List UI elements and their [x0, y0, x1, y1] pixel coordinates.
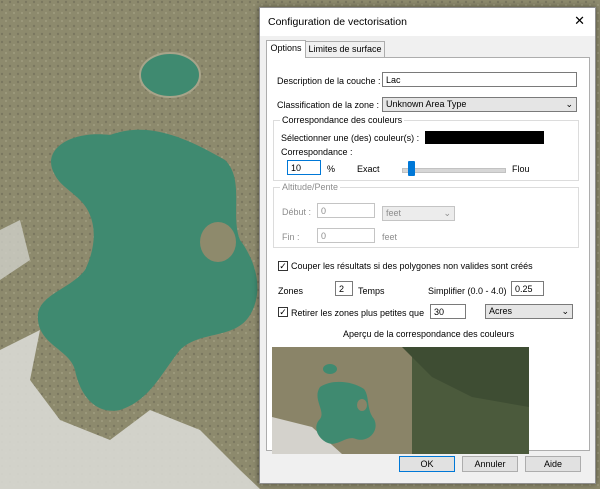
help-button[interactable]: Aide [525, 456, 581, 472]
zones-suffix: Temps [358, 286, 385, 296]
altitude-group-title: Altitude/Pente [280, 182, 341, 192]
ok-button[interactable]: OK [399, 456, 455, 472]
options-tab-page: Description de la couche : Lac Classific… [266, 57, 590, 454]
correspondence-label: Correspondance : [281, 147, 353, 157]
simplify-label: Simplifier (0.0 - 4.0) [428, 286, 507, 296]
chevron-down-icon: ⌄ [565, 99, 573, 109]
remove-small-label: Retirer les zones plus petites que [291, 308, 425, 318]
end-label: Fin : [282, 232, 300, 242]
tab-options[interactable]: Options [266, 40, 306, 58]
chevron-down-icon: ⌄ [443, 208, 451, 218]
tolerance-input[interactable]: 10 [287, 160, 321, 175]
vectorization-config-dialog: Configuration de vectorisation ✕ Options… [259, 7, 596, 484]
area-unit-select[interactable]: Acres ⌄ [485, 304, 573, 319]
start-unit-select[interactable]: feet ⌄ [382, 206, 455, 221]
title-bar: Configuration de vectorisation ✕ [260, 8, 595, 36]
remove-small-checkbox[interactable]: ✓ [278, 307, 288, 317]
area-unit-value: Acres [489, 306, 513, 316]
tolerance-slider-track[interactable] [402, 168, 506, 173]
selected-color-swatch[interactable] [425, 131, 544, 144]
tolerance-slider-thumb[interactable] [408, 161, 415, 176]
simplify-input[interactable]: 0.25 [511, 281, 544, 296]
clip-invalid-label: Couper les résultats si des polygones no… [291, 261, 533, 271]
dialog-title: Configuration de vectorisation [268, 16, 407, 28]
zones-label: Zones [278, 286, 304, 296]
tab-surface-limits[interactable]: Limites de surface [305, 41, 385, 57]
percent-unit: % [327, 164, 336, 174]
end-unit-label: feet [382, 232, 398, 242]
close-icon[interactable]: ✕ [574, 13, 585, 29]
clip-invalid-checkbox[interactable]: ✓ [278, 261, 288, 271]
exact-label: Exact [357, 164, 380, 174]
fuzzy-label: Flou [512, 164, 530, 174]
start-label: Début : [282, 207, 312, 217]
cancel-button[interactable]: Annuler [462, 456, 518, 472]
chevron-down-icon: ⌄ [561, 306, 569, 316]
zone-classification-select[interactable]: Unknown Area Type ⌄ [382, 97, 577, 112]
layer-description-input[interactable]: Lac [382, 72, 577, 87]
color-match-group-title: Correspondance des couleurs [280, 115, 405, 125]
zone-classification-label: Classification de la zone : [277, 100, 380, 110]
preview-title: Aperçu de la correspondance des couleurs [343, 329, 515, 339]
start-unit-value: feet [386, 208, 402, 218]
start-input[interactable]: 0 [317, 203, 375, 218]
color-match-preview-image [272, 347, 529, 454]
select-colors-label: Sélectionner une (des) couleur(s) : [281, 133, 420, 143]
layer-description-label: Description de la couche : [277, 76, 381, 86]
end-input[interactable]: 0 [317, 228, 375, 243]
zones-input[interactable]: 2 [335, 281, 353, 296]
remove-small-input[interactable]: 30 [430, 304, 466, 319]
zone-classification-value: Unknown Area Type [386, 99, 467, 109]
